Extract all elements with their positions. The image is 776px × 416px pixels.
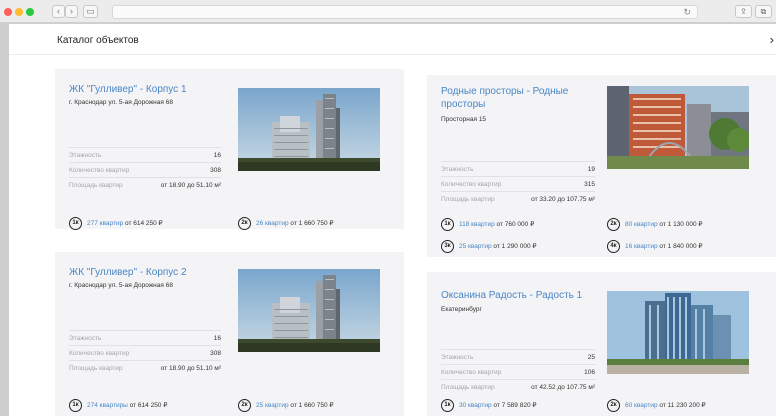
prop-area: Площадь квартир от 33.20 до 107.75 м² bbox=[441, 191, 595, 206]
browser-toolbar: ‹ › ▭ ↻ ⇪ ⧉ bbox=[0, 0, 776, 23]
object-properties: Этажность 25 Количество квартир 106 Площад… bbox=[441, 349, 595, 394]
object-title[interactable]: ЖК "Гулливер" - Корпус 1 bbox=[69, 83, 235, 96]
prop-floors: Этажность 19 bbox=[441, 161, 595, 176]
address-bar[interactable]: ↻ bbox=[112, 5, 698, 19]
object-title[interactable]: Родные просторы - Родные просторы bbox=[441, 85, 601, 111]
object-address: Просторная 15 bbox=[441, 116, 487, 123]
offer-2k[interactable]: 2к 25 квартир от 1 660 750 ₽ bbox=[238, 399, 334, 412]
object-properties: Этажность 16 Количество квартир 308 Площад… bbox=[69, 330, 221, 375]
reload-icon[interactable]: ↻ bbox=[683, 6, 691, 18]
prop-floors: Этажность 25 bbox=[441, 349, 595, 364]
object-title[interactable]: ЖК "Гулливер" - Корпус 2 bbox=[69, 266, 235, 279]
tabs-overview-icon[interactable]: ⧉ bbox=[755, 5, 772, 18]
rooms-badge: 2к bbox=[238, 217, 251, 230]
prop-apartments: Количество квартир 308 bbox=[69, 345, 221, 360]
prop-area: Площадь квартир от 42.52 до 107.75 м² bbox=[441, 379, 595, 394]
rooms-badge: 1к bbox=[441, 399, 454, 412]
rooms-badge: 1к bbox=[69, 399, 82, 412]
offer-1k[interactable]: 1к 30 квартир от 7 589 820 ₽ bbox=[441, 399, 537, 412]
object-card[interactable]: Родные просторы - Родные просторы Просто… bbox=[427, 75, 776, 257]
sidebar-toggle-icon[interactable]: ▭ bbox=[83, 5, 98, 18]
page-title: Каталог объектов bbox=[57, 35, 139, 46]
object-address: г. Краснодар ул. 5-ая Дорожная 68 bbox=[69, 282, 173, 289]
object-card[interactable]: ЖК "Гулливер" - Корпус 1 г. Краснодар ул… bbox=[55, 69, 404, 230]
object-address: г. Краснодар ул. 5-ая Дорожная 68 bbox=[69, 99, 173, 106]
back-icon[interactable]: ‹ bbox=[52, 5, 65, 18]
page-header: Каталог объектов › bbox=[9, 24, 776, 55]
object-address: Екатеринбург bbox=[441, 306, 482, 313]
object-properties: Этажность 16 Количество квартир 308 Площад… bbox=[69, 147, 221, 192]
offer-1k[interactable]: 1к 118 квартир от 760 000 ₽ bbox=[441, 218, 534, 231]
rooms-badge: 4к bbox=[607, 240, 620, 253]
prop-floors: Этажность 16 bbox=[69, 147, 221, 162]
zoom-window-icon[interactable] bbox=[26, 8, 34, 16]
share-icon[interactable]: ⇪ bbox=[735, 5, 752, 18]
prop-apartments: Количество квартир 308 bbox=[69, 162, 221, 177]
building-photo bbox=[607, 86, 749, 169]
offer-2k[interactable]: 2к 60 квартир от 11 230 200 ₽ bbox=[607, 399, 706, 412]
minimize-window-icon[interactable] bbox=[15, 8, 23, 16]
offer-2k[interactable]: 2к 80 квартир от 1 130 000 ₽ bbox=[607, 218, 703, 231]
rooms-badge: 1к bbox=[441, 218, 454, 231]
object-card[interactable]: ЖК "Гулливер" - Корпус 2 г. Краснодар ул… bbox=[55, 252, 404, 416]
prop-apartments: Количество квартир 315 bbox=[441, 176, 595, 191]
chevron-right-icon[interactable]: › bbox=[770, 32, 774, 47]
object-properties: Этажность 19 Количество квартир 315 Площад… bbox=[441, 161, 595, 206]
rooms-badge: 2к bbox=[607, 399, 620, 412]
rooms-badge: 3к bbox=[441, 240, 454, 253]
building-photo bbox=[238, 88, 380, 171]
building-photo bbox=[607, 291, 749, 374]
prop-area: Площадь квартир от 18.90 до 51.10 м² bbox=[69, 360, 221, 375]
prop-apartments: Количество квартир 106 bbox=[441, 364, 595, 379]
rooms-badge: 1к bbox=[69, 217, 82, 230]
building-photo bbox=[238, 269, 380, 352]
close-window-icon[interactable] bbox=[4, 8, 12, 16]
offer-3k[interactable]: 3к 25 квартир от 1 290 000 ₽ bbox=[441, 240, 537, 253]
prop-floors: Этажность 16 bbox=[69, 330, 221, 345]
rooms-badge: 2к bbox=[607, 218, 620, 231]
offer-1k[interactable]: 1к 274 квартиры от 614 250 ₽ bbox=[69, 399, 167, 412]
rooms-badge: 2к bbox=[238, 399, 251, 412]
offer-4k[interactable]: 4к 16 квартир от 1 840 000 ₽ bbox=[607, 240, 703, 253]
object-card[interactable]: Оксанина Радость - Радость 1 Екатеринбур… bbox=[427, 272, 776, 416]
object-title[interactable]: Оксанина Радость - Радость 1 bbox=[441, 289, 611, 302]
offer-2k[interactable]: 2к 26 квартир от 1 660 750 ₽ bbox=[238, 217, 334, 230]
prop-area: Площадь квартир от 18.90 до 51.10 м² bbox=[69, 177, 221, 192]
forward-icon[interactable]: › bbox=[65, 5, 78, 18]
catalog-page: Каталог объектов › ЖК "Гулливер" - Корпу… bbox=[9, 24, 776, 416]
offer-1k[interactable]: 1к 277 квартир от 614 250 ₽ bbox=[69, 217, 163, 230]
